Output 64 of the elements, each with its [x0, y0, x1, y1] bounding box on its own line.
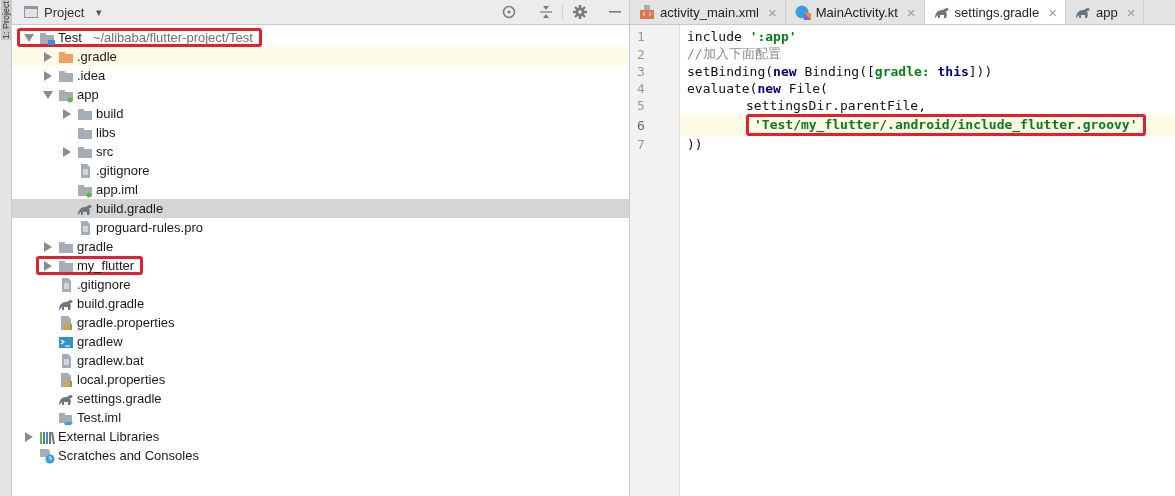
- tree-item[interactable]: gradle.properties: [12, 313, 629, 332]
- tree-item[interactable]: Test.iml: [12, 408, 629, 427]
- tree-label: gradlew.bat: [77, 353, 144, 368]
- tree-label: .gitignore: [96, 163, 150, 178]
- line-number: 1: [636, 29, 646, 44]
- tree-label: Test.iml: [77, 410, 122, 425]
- tree-label: External Libraries: [58, 429, 160, 444]
- tree-item[interactable]: .gitignore: [12, 275, 629, 294]
- tree-item[interactable]: src: [12, 142, 629, 161]
- tree-item[interactable]: app.iml: [12, 180, 629, 199]
- line-number: 6: [636, 117, 646, 133]
- line-number: 2: [636, 46, 646, 62]
- tree-item[interactable]: build.gradle: [12, 199, 629, 218]
- tree-item[interactable]: External Libraries: [12, 427, 629, 446]
- tree-label: build.gradle: [77, 296, 145, 311]
- tree-item[interactable]: .gitignore: [12, 161, 629, 180]
- line-number: 5: [636, 98, 646, 113]
- tree-item[interactable]: settings.gradle: [12, 389, 629, 408]
- tree-item[interactable]: build.gradle: [12, 294, 629, 313]
- tree-item[interactable]: .gradle: [12, 47, 629, 66]
- tree-label: .gitignore: [77, 277, 131, 292]
- tree-item[interactable]: app: [12, 85, 629, 104]
- tree-label: src: [96, 144, 114, 159]
- tree-item[interactable]: Scratches and Consoles: [12, 446, 629, 465]
- tree-item[interactable]: gradle: [12, 237, 629, 256]
- tree-item[interactable]: gradlew: [12, 332, 629, 351]
- tree-label: build.gradle: [96, 201, 164, 216]
- tree-item[interactable]: libs: [12, 123, 629, 142]
- tree-label: libs: [96, 125, 116, 140]
- tree-label: gradlew: [77, 334, 123, 349]
- tree-label: Scratches and Consoles: [58, 448, 199, 463]
- code-line: //加入下面配置: [686, 45, 781, 63]
- tree-item[interactable]: .idea: [12, 66, 629, 85]
- tree-item[interactable]: proguard-rules.pro: [12, 218, 629, 237]
- tree-label: .idea: [77, 68, 106, 83]
- tree-item[interactable]: local.properties: [12, 370, 629, 389]
- tree-item[interactable]: my_flutter: [12, 256, 629, 275]
- line-number: 3: [636, 64, 646, 79]
- code-line: )): [686, 137, 703, 152]
- line-number: 4: [636, 81, 646, 96]
- tree-label: gradle.properties: [77, 315, 175, 330]
- code-line: evaluate(new File(: [686, 81, 828, 96]
- side-tab[interactable]: 1: Project: [0, 0, 11, 41]
- tree-item[interactable]: Test ~/alibaba/flutter-project/Test: [12, 28, 629, 47]
- editor-tab[interactable]: settings.gradle ×: [924, 0, 1066, 24]
- tree-label: .gradle: [77, 49, 117, 64]
- tree-label: proguard-rules.pro: [96, 220, 203, 235]
- tree-item[interactable]: gradlew.bat: [12, 351, 629, 370]
- panel-title: Project: [44, 4, 85, 20]
- tree-item[interactable]: build: [12, 104, 629, 123]
- tree-label: Test: [58, 30, 82, 45]
- code-line: setBinding(new Binding([gradle: this])): [686, 64, 993, 79]
- line-number: 7: [636, 137, 646, 152]
- code-line: settingsDir.parentFile,: [745, 98, 926, 113]
- tree-label: settings.gradle: [77, 391, 162, 406]
- tree-label: gradle: [77, 239, 114, 254]
- tree-label: build: [96, 106, 124, 121]
- code-line: include ':app': [686, 29, 797, 44]
- path-hint: ~/alibaba/flutter-project/Test: [92, 30, 253, 45]
- tree-label: local.properties: [77, 372, 166, 387]
- dropdown-caret[interactable]: ▾: [96, 5, 103, 19]
- tree-label: app.iml: [96, 182, 138, 197]
- tree-label: app: [77, 87, 99, 102]
- tree-label: my_flutter: [77, 258, 135, 273]
